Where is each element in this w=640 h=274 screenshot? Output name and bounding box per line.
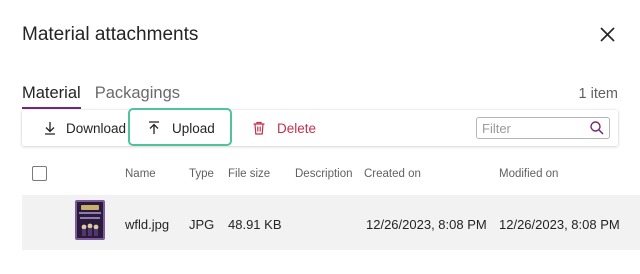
column-header-name[interactable]: Name <box>125 168 156 180</box>
delete-button[interactable]: Delete <box>251 110 316 146</box>
column-header-modified-on[interactable]: Modified on <box>499 168 558 180</box>
filter-box <box>476 117 610 139</box>
tab-packagings[interactable]: Packagings <box>95 84 180 106</box>
cell-name[interactable]: wfld.jpg <box>125 217 169 232</box>
upload-icon <box>149 121 159 134</box>
trash-icon <box>253 121 265 135</box>
cell-created-on: 12/26/2023, 8:08 PM <box>366 217 487 232</box>
search-icon[interactable] <box>589 120 605 136</box>
column-header-description[interactable]: Description <box>295 168 353 180</box>
file-thumbnail <box>75 200 105 240</box>
close-icon <box>600 27 615 42</box>
upload-button[interactable]: Upload <box>146 110 215 146</box>
tab-list: Material Packagings <box>22 84 180 109</box>
close-button[interactable] <box>597 24 619 46</box>
delete-label: Delete <box>277 120 317 136</box>
column-header-type[interactable]: Type <box>189 168 214 180</box>
upload-label: Upload <box>172 120 215 136</box>
cell-type: JPG <box>189 217 215 232</box>
download-icon <box>45 122 55 135</box>
download-button[interactable]: Download <box>42 110 126 146</box>
download-label: Download <box>66 120 127 136</box>
cell-file-size: 48.91 KB <box>228 217 282 232</box>
tab-material[interactable]: Material <box>22 84 81 109</box>
dialog-title: Material attachments <box>22 24 199 45</box>
column-header-created-on[interactable]: Created on <box>364 168 421 180</box>
cell-modified-on: 12/26/2023, 8:08 PM <box>499 217 620 232</box>
item-count: 1 item <box>578 86 619 102</box>
filter-input[interactable] <box>477 118 587 138</box>
column-header-file-size[interactable]: File size <box>228 168 270 180</box>
image-thumbnail-icon <box>75 200 105 240</box>
select-all-checkbox[interactable] <box>32 166 47 181</box>
